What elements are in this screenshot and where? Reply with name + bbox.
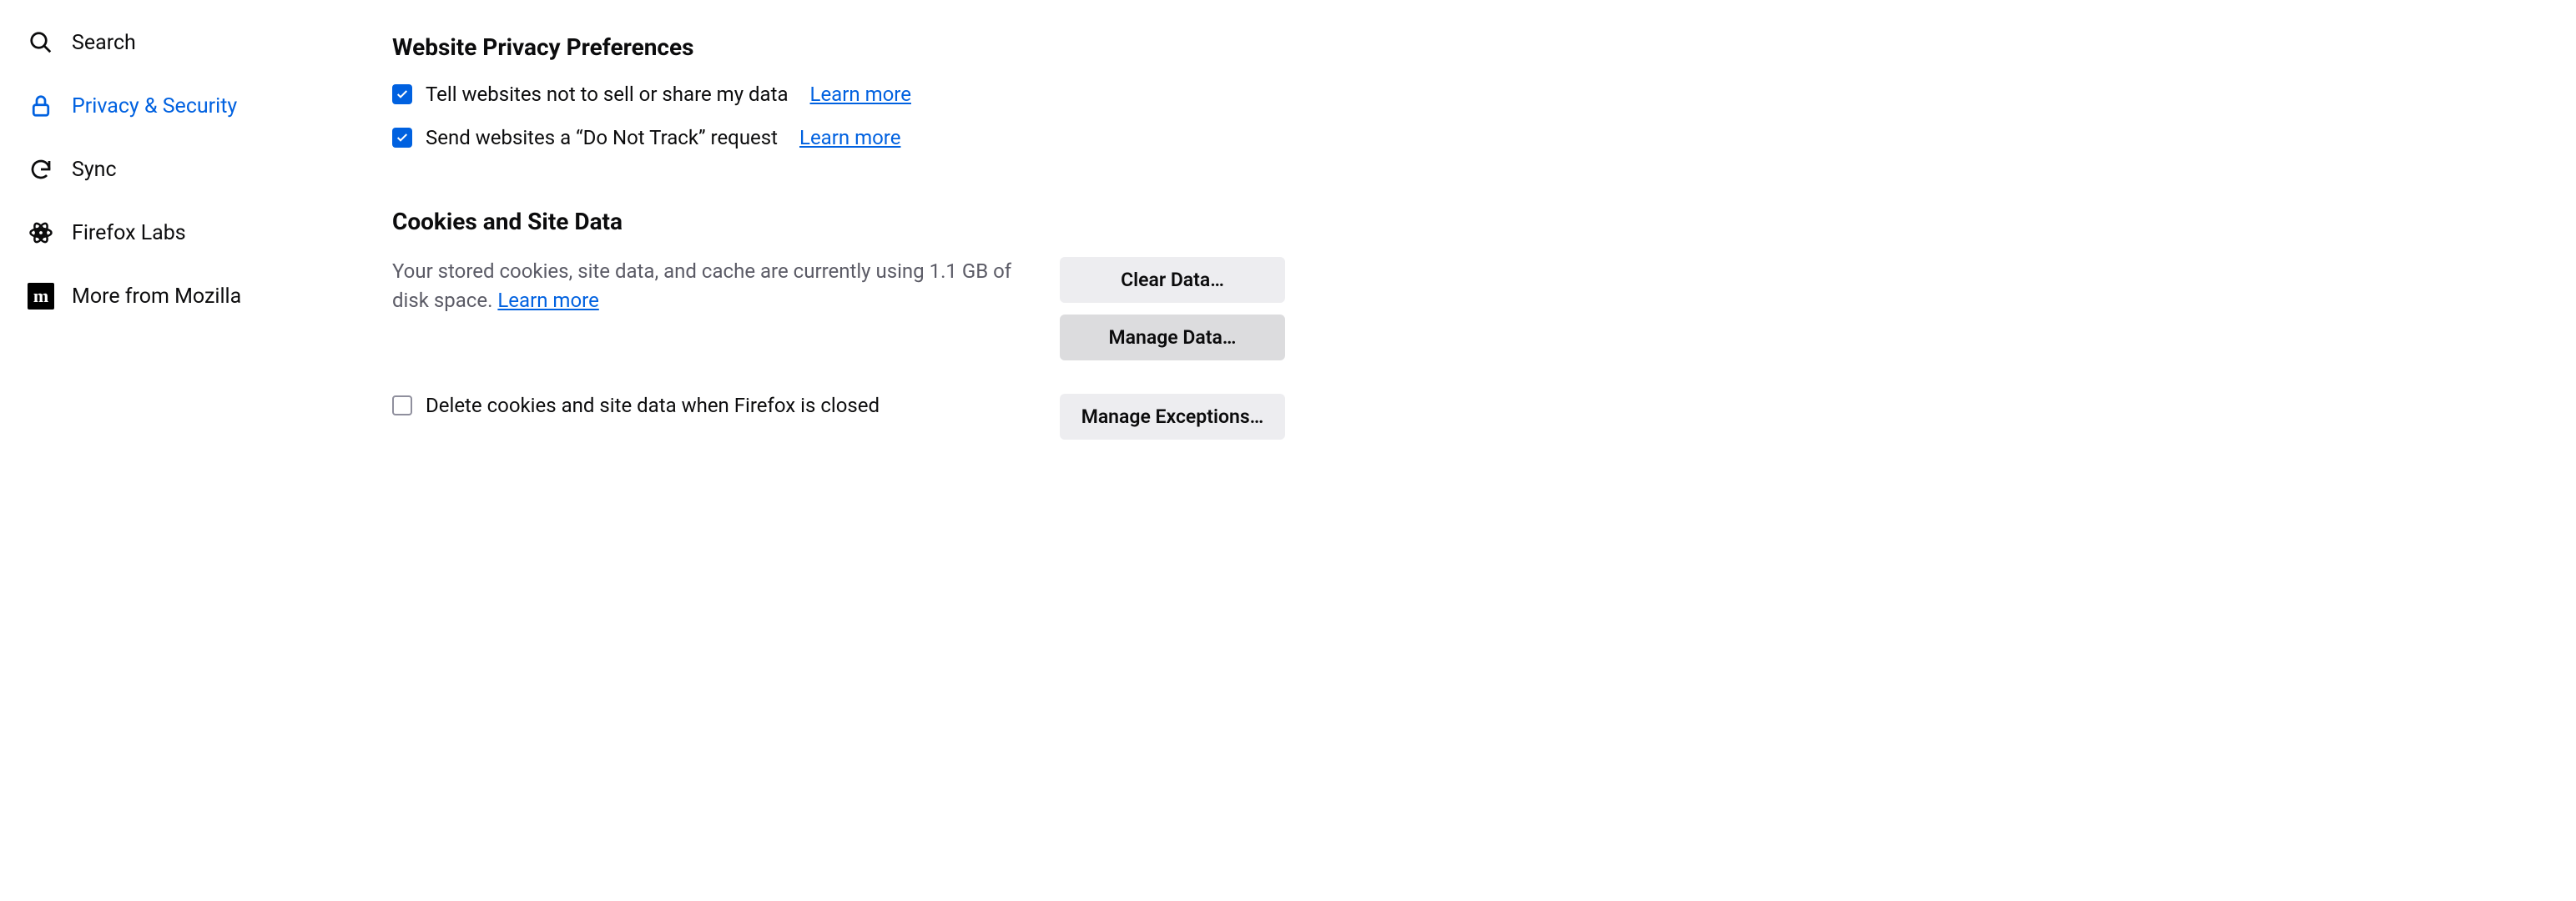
sidebar: Search Privacy & Security Sync Firefox L…	[0, 0, 367, 901]
sidebar-item-label: Firefox Labs	[72, 221, 186, 245]
learn-more-link[interactable]: Learn more	[810, 83, 911, 106]
cookies-buttons-2: Manage Exceptions…	[1060, 394, 1285, 440]
option-label: Delete cookies and site data when Firefo…	[426, 394, 880, 417]
checkbox-do-not-sell[interactable]	[392, 84, 412, 104]
option-do-not-track: Send websites a “Do Not Track” request L…	[392, 126, 1285, 149]
main-content: Website Privacy Preferences Tell website…	[367, 0, 1318, 901]
clear-data-button[interactable]: Clear Data…	[1060, 257, 1285, 303]
manage-exceptions-button[interactable]: Manage Exceptions…	[1060, 394, 1285, 440]
cookies-usage-description: Your stored cookies, site data, and cach…	[392, 257, 1035, 315]
check-icon	[396, 88, 409, 101]
sidebar-item-privacy-security[interactable]: Privacy & Security	[17, 80, 350, 132]
learn-more-link[interactable]: Learn more	[799, 126, 900, 149]
sidebar-item-sync[interactable]: Sync	[17, 143, 350, 195]
sidebar-item-label: More from Mozilla	[72, 284, 241, 309]
sidebar-item-firefox-labs[interactable]: Firefox Labs	[17, 207, 350, 259]
section-title: Website Privacy Preferences	[392, 33, 1285, 61]
cookies-and-site-data-section: Cookies and Site Data Your stored cookie…	[392, 208, 1285, 440]
manage-data-button[interactable]: Manage Data…	[1060, 315, 1285, 360]
website-privacy-preferences-section: Website Privacy Preferences Tell website…	[392, 33, 1285, 149]
cookies-lower-row: Delete cookies and site data when Firefo…	[392, 394, 1285, 440]
section-title: Cookies and Site Data	[392, 208, 1285, 235]
sidebar-item-more-from-mozilla[interactable]: m More from Mozilla	[17, 270, 350, 322]
cookies-buttons: Clear Data… Manage Data…	[1060, 257, 1285, 360]
checkbox-do-not-track[interactable]	[392, 128, 412, 148]
cookies-desc-row: Your stored cookies, site data, and cach…	[392, 257, 1285, 360]
option-label: Tell websites not to sell or share my da…	[426, 83, 789, 106]
check-icon	[396, 131, 409, 144]
learn-more-link[interactable]: Learn more	[497, 289, 598, 312]
option-do-not-sell: Tell websites not to sell or share my da…	[392, 83, 1285, 106]
option-label: Send websites a “Do Not Track” request	[426, 126, 778, 149]
search-icon	[27, 28, 55, 57]
sidebar-item-label: Privacy & Security	[72, 94, 237, 118]
lock-icon	[27, 92, 55, 120]
labs-icon	[27, 219, 55, 247]
sidebar-item-label: Sync	[72, 158, 117, 182]
sidebar-item-label: Search	[72, 31, 136, 55]
sidebar-item-search[interactable]: Search	[17, 17, 350, 68]
checkbox-delete-on-close[interactable]	[392, 395, 412, 415]
sync-icon	[27, 155, 55, 184]
mozilla-icon: m	[27, 282, 55, 310]
cookies-usage-text: Your stored cookies, site data, and cach…	[392, 259, 1011, 312]
option-delete-on-close: Delete cookies and site data when Firefo…	[392, 394, 1035, 417]
